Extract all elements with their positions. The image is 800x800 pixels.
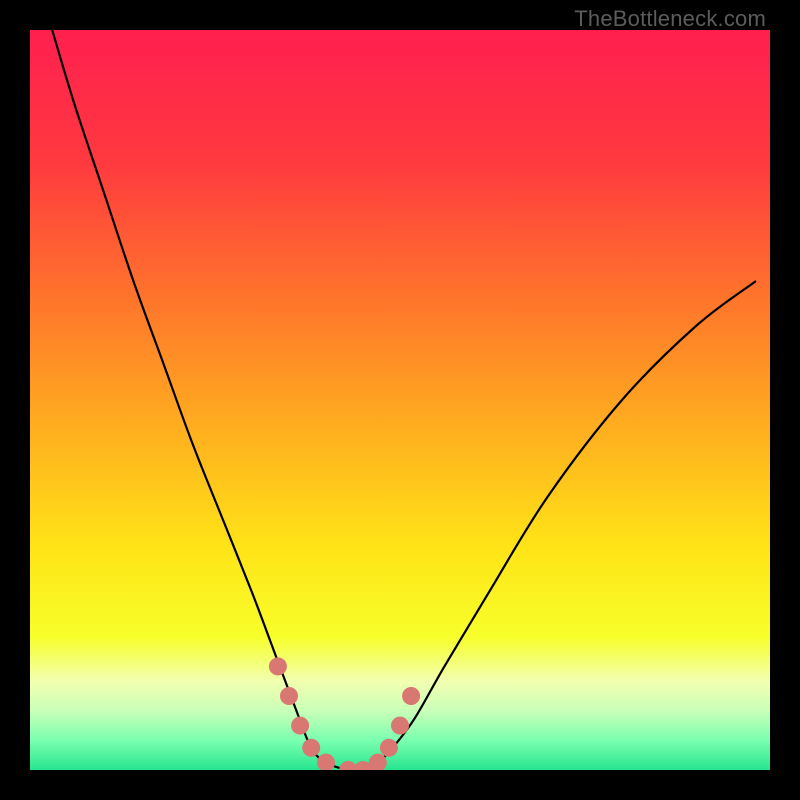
frame-left xyxy=(0,0,30,800)
marker-dot xyxy=(391,717,409,735)
frame-bottom xyxy=(0,770,800,800)
plot-svg xyxy=(30,30,770,770)
marker-dot xyxy=(291,717,309,735)
marker-dot xyxy=(269,657,287,675)
marker-dot xyxy=(280,687,298,705)
frame-right xyxy=(770,0,800,800)
chart-stage: TheBottleneck.com xyxy=(0,0,800,800)
gradient-background xyxy=(30,30,770,770)
plot-area xyxy=(30,30,770,770)
marker-dot xyxy=(402,687,420,705)
marker-dot xyxy=(302,739,320,757)
marker-dot xyxy=(380,739,398,757)
watermark-text: TheBottleneck.com xyxy=(574,6,766,32)
